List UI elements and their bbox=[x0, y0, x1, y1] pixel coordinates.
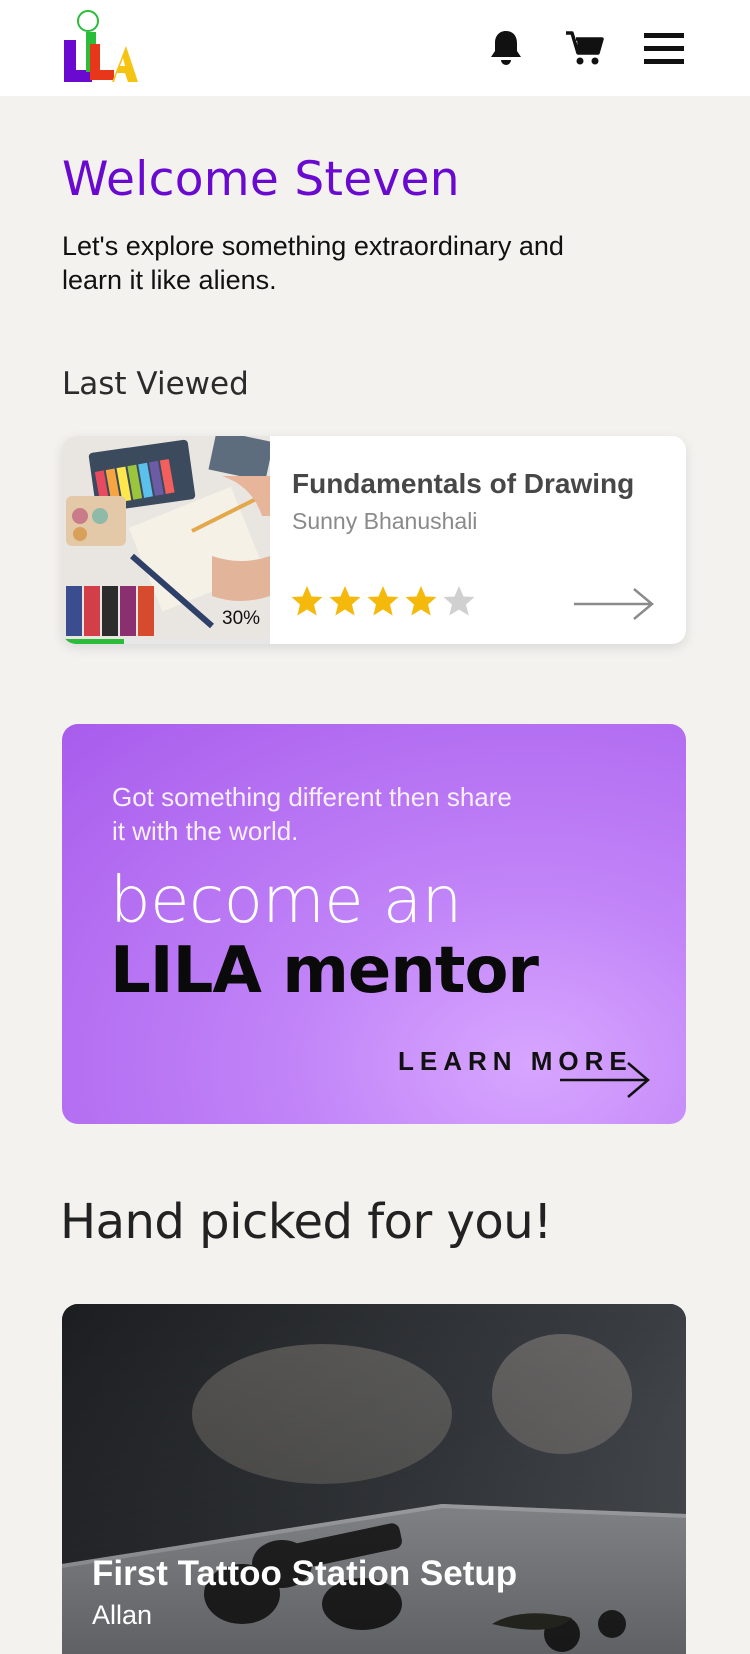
last-viewed-label: Last Viewed bbox=[62, 366, 249, 402]
course-author: Sunny Bhanushali bbox=[292, 508, 478, 534]
bell-icon[interactable] bbox=[484, 26, 528, 70]
course-author: Allan bbox=[92, 1600, 153, 1630]
course-progress-fill bbox=[62, 639, 125, 644]
course-thumbnail: 30% bbox=[62, 436, 270, 644]
last-viewed-course-card[interactable]: 30% Fundamentals of Drawing Sunny Bhanus… bbox=[62, 436, 686, 644]
hand-picked-label: Hand picked for you! bbox=[60, 1194, 552, 1250]
recommended-course-card[interactable]: First Tattoo Station Setup Allan bbox=[62, 1304, 686, 1654]
course-title: First Tattoo Station Setup bbox=[92, 1554, 518, 1593]
course-cover-image bbox=[62, 1304, 686, 1654]
star-filled-icon bbox=[291, 586, 323, 616]
course-progress-label: 30% bbox=[222, 608, 261, 629]
welcome-subtitle: Let's explore something extraordinary an… bbox=[62, 231, 564, 295]
mentor-banner-headline: become an bbox=[110, 864, 462, 938]
mentor-banner-subtitle: Got something different then share it wi… bbox=[112, 782, 512, 846]
star-filled-icon bbox=[367, 586, 399, 616]
course-title: Fundamentals of Drawing bbox=[292, 468, 635, 499]
star-empty-icon bbox=[443, 586, 475, 616]
star-filled-icon bbox=[329, 586, 361, 616]
lila-logo[interactable] bbox=[62, 10, 138, 86]
course-progress-bar bbox=[62, 639, 270, 644]
star-filled-icon bbox=[405, 586, 437, 616]
course-rating bbox=[290, 584, 476, 618]
arrow-right-icon[interactable] bbox=[558, 1060, 652, 1105]
become-mentor-banner[interactable]: Got something different then share it wi… bbox=[62, 724, 686, 1124]
arrow-right-icon[interactable] bbox=[572, 586, 656, 627]
hamburger-menu-icon[interactable] bbox=[642, 26, 686, 70]
welcome-title: Welcome Steven bbox=[62, 152, 460, 207]
cart-icon[interactable] bbox=[562, 26, 606, 70]
mentor-banner-highlight: LILA mentor bbox=[110, 934, 539, 1008]
app-header bbox=[0, 0, 750, 96]
